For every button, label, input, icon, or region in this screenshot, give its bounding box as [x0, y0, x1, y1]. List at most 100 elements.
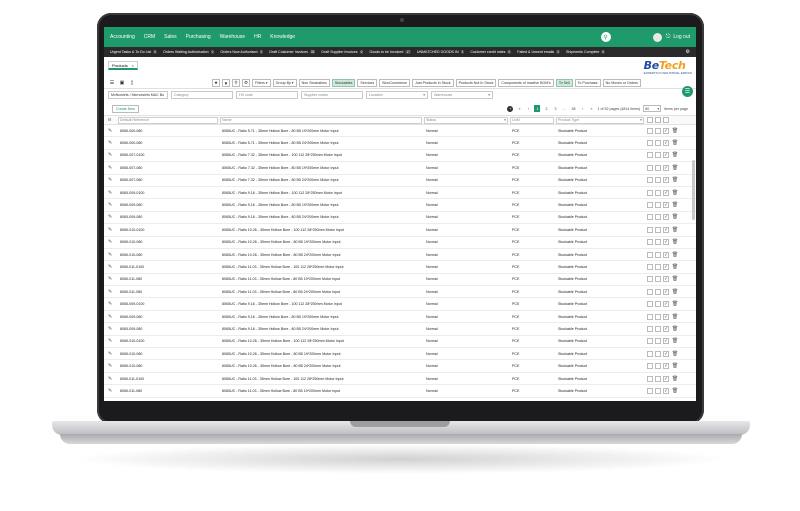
company-filter[interactable]: MxNowlets / Mxrnowlets MAC Bu — [108, 91, 168, 99]
edit-pencil-icon[interactable]: ✎ — [108, 264, 112, 270]
row-checkbox[interactable] — [655, 226, 661, 233]
edit-pencil-icon[interactable]: ✎ — [108, 177, 112, 183]
table-row[interactable]: ✎ 8065-000-080 8065UC - Ratio 5.71 - 35mm … — [104, 125, 696, 138]
row-checkbox[interactable] — [655, 387, 661, 394]
trash-icon[interactable]: 🗑 — [672, 190, 678, 196]
header-checkbox-3[interactable] — [663, 117, 669, 123]
table-row[interactable]: ✎ 8065-007-080 8065UC - Ratio 7.32 - 35mm … — [104, 162, 696, 175]
filter-to-sell[interactable]: To Sell — [555, 79, 573, 87]
trash-icon[interactable]: 🗑 — [672, 388, 678, 394]
name-column-filter[interactable]: Name — [220, 116, 422, 124]
task-draft-supplier-invoices[interactable]: Draft Supplier Invoices 0 — [321, 50, 364, 54]
row-checkbox[interactable] — [655, 325, 661, 332]
row-checkbox-checked[interactable]: ✓ — [663, 202, 669, 209]
page-2[interactable]: 2 — [543, 105, 549, 112]
row-checkbox[interactable] — [647, 338, 653, 345]
row-checkbox-checked[interactable]: ✓ — [663, 363, 669, 370]
trash-icon[interactable]: 🗑 — [672, 264, 678, 270]
ptype-column-filter[interactable]: Product Type ▾ — [556, 116, 644, 124]
edit-pencil-icon[interactable]: ✎ — [108, 289, 112, 295]
table-row[interactable]: ✎ 8065-009-080 8065UC - Ratio 9.16 - 35mm … — [104, 323, 696, 336]
trash-icon[interactable]: 🗑 — [672, 326, 678, 332]
row-checkbox[interactable] — [655, 313, 661, 320]
row-checkbox-checked[interactable]: ✓ — [663, 177, 669, 184]
row-checkbox-checked[interactable]: ✓ — [663, 263, 669, 270]
edit-pencil-icon[interactable]: ✎ — [108, 227, 112, 233]
filter-to-purchase[interactable]: To Purchase — [574, 79, 601, 87]
row-checkbox-checked[interactable]: ✓ — [663, 325, 669, 332]
row-checkbox[interactable] — [655, 263, 661, 270]
trash-icon[interactable]: 🗑 — [672, 177, 678, 183]
edit-pencil-icon[interactable]: ✎ — [108, 376, 112, 382]
table-row[interactable]: ✎ 8065-011-080 8065UC - Ratio 11.03 - 35mm… — [104, 286, 696, 299]
row-checkbox-checked[interactable]: ✓ — [663, 189, 669, 196]
row-checkbox-checked[interactable]: ✓ — [663, 375, 669, 382]
edit-pencil-icon[interactable]: ✎ — [108, 363, 112, 369]
table-row[interactable]: ✎ 8065-010-080 8065UC - Ratio 10.26 - 35mm… — [104, 237, 696, 249]
filter-icon[interactable]: ▼ — [222, 79, 230, 87]
first-page-icon[interactable]: « — [516, 105, 522, 112]
menu-crm[interactable]: CRM — [144, 34, 155, 40]
trash-icon[interactable]: 🗑 — [672, 152, 678, 158]
close-icon[interactable]: x — [132, 63, 134, 68]
task-failed-emails[interactable]: Failed & Unsent emails 2 — [517, 50, 560, 54]
row-checkbox[interactable] — [655, 164, 661, 171]
row-checkbox-checked[interactable]: ✓ — [663, 338, 669, 345]
row-checkbox[interactable] — [655, 177, 661, 184]
task-orders-authorised[interactable]: Orders Now Authorised 0 — [220, 50, 264, 54]
filters-dropdown[interactable]: Filters ▾ — [252, 79, 271, 87]
row-checkbox[interactable] — [655, 214, 661, 221]
desktop-view-icon[interactable]: ▣ — [118, 79, 126, 87]
ref-column-filter[interactable]: Default Reference — [118, 116, 218, 124]
edit-pencil-icon[interactable]: ✎ — [108, 276, 112, 282]
trash-icon[interactable]: 🗑 — [672, 376, 678, 382]
last-page-icon[interactable]: » — [588, 105, 594, 112]
edit-pencil-icon[interactable]: ✎ — [108, 239, 112, 245]
edit-pencil-icon[interactable]: ✎ — [108, 202, 112, 208]
next-page-icon[interactable]: › — [579, 105, 585, 112]
row-checkbox[interactable] — [655, 239, 661, 246]
trash-icon[interactable]: 🗑 — [672, 165, 678, 171]
task-credit-notes[interactable]: Customer credit notes 0 — [470, 50, 512, 54]
trash-icon[interactable]: 🗑 — [672, 314, 678, 320]
row-checkbox[interactable] — [655, 189, 661, 196]
trash-icon[interactable]: 🗑 — [672, 351, 678, 357]
filter-woocommerce[interactable]: WooCommerce — [379, 79, 411, 87]
row-checkbox[interactable] — [655, 140, 661, 147]
edit-pencil-icon[interactable]: ✎ — [108, 165, 112, 171]
header-checkbox-1[interactable] — [647, 117, 653, 123]
trash-icon[interactable]: 🗑 — [672, 276, 678, 282]
edit-pencil-icon[interactable]: ✎ — [108, 190, 112, 196]
logout-link[interactable]: Log out — [673, 34, 690, 40]
prev-page-icon[interactable]: ‹ — [525, 105, 531, 112]
filter-not-in-stock[interactable]: Products Not In Stock — [455, 79, 497, 87]
row-checkbox-checked[interactable]: ✓ — [663, 152, 669, 159]
row-checkbox[interactable] — [647, 313, 653, 320]
filter-non-stockables[interactable]: Non Stockables — [298, 79, 330, 87]
row-checkbox[interactable] — [655, 288, 661, 295]
trash-icon[interactable]: 🗑 — [672, 140, 678, 146]
list-view-icon[interactable]: ☰ — [108, 79, 116, 87]
row-checkbox[interactable] — [647, 164, 653, 171]
table-row[interactable]: ✎ 8065-011-0100 8065UC - Ratio 11.03 - 35m… — [104, 373, 696, 386]
row-checkbox[interactable] — [655, 152, 661, 159]
row-checkbox[interactable] — [647, 325, 653, 332]
edit-pencil-icon[interactable]: ✎ — [108, 326, 112, 332]
group-by-dropdown[interactable]: Group By ▾ — [272, 79, 297, 87]
table-row[interactable]: ✎ 8065-010-0100 8065UC - Ratio 10.26 - 35m… — [104, 224, 696, 237]
row-checkbox-checked[interactable]: ✓ — [663, 127, 669, 134]
create-new-button[interactable]: Create New — [112, 104, 139, 113]
row-checkbox[interactable] — [647, 387, 653, 394]
table-row[interactable]: ✎ 8065-010-080 8065UC - Ratio 10.26 - 35mm… — [104, 360, 696, 373]
table-row[interactable]: ✎ 8065-010-080 8065UC - Ratio 10.26 - 35mm… — [104, 348, 696, 361]
page-1[interactable]: 1 — [534, 105, 541, 112]
page-last[interactable]: 38 — [570, 105, 576, 112]
row-checkbox[interactable] — [655, 301, 661, 308]
table-row[interactable]: ✎ 8065-009-080 8065UC - Ratio 9.16 - 35mm … — [104, 199, 696, 212]
filter-inactive-bom[interactable]: Components of Inactive BOM's — [498, 79, 554, 87]
row-checkbox-checked[interactable]: ✓ — [663, 387, 669, 394]
table-row[interactable]: ✎ 8065-011-080 8065UC - Ratio 11.03 - 35mm… — [104, 385, 696, 398]
row-checkbox[interactable] — [647, 363, 653, 370]
search-icon[interactable]: ⚲ — [600, 32, 611, 42]
edit-pencil-icon[interactable]: ✎ — [108, 351, 112, 357]
